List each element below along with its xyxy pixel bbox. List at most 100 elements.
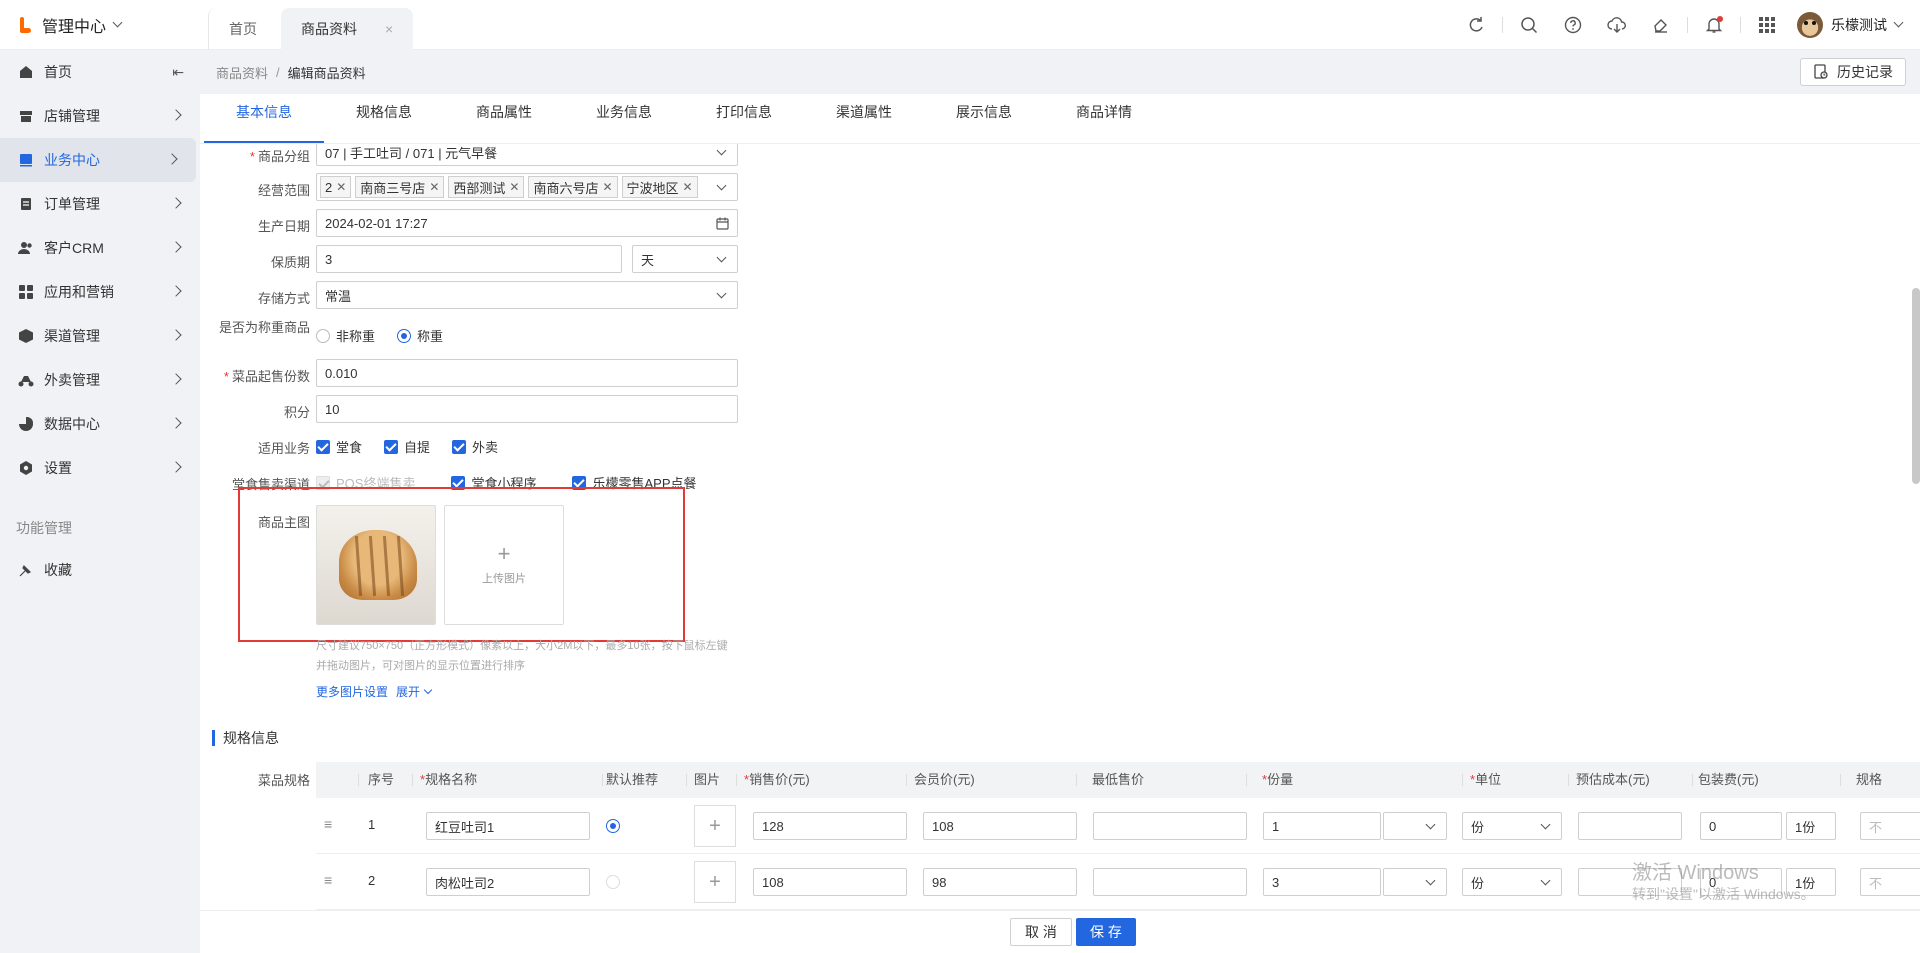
spec-name-input[interactable]: 红豆吐司1 xyxy=(426,812,590,840)
spec-name-input[interactable]: 肉松吐司2 xyxy=(426,868,590,896)
users-icon xyxy=(18,240,34,256)
collapse-sidebar-icon[interactable]: ⇤ xyxy=(172,64,184,81)
checkbox-dine-in[interactable]: 堂食 xyxy=(316,437,362,456)
radio-weigh[interactable]: 称重 xyxy=(397,326,443,345)
min-price-input[interactable] xyxy=(1093,812,1247,840)
sidebar-item-crm[interactable]: 客户CRM xyxy=(0,226,200,270)
cancel-button[interactable]: 取 消 xyxy=(1010,918,1072,946)
chevron-down-icon[interactable] xyxy=(1893,17,1904,28)
business-label: 适用业务 xyxy=(257,441,310,456)
expand-link[interactable]: 展开 xyxy=(396,683,433,700)
refresh-icon[interactable] xyxy=(1466,15,1486,35)
col-header: *规格名称 xyxy=(420,762,478,798)
close-icon[interactable]: × xyxy=(385,21,393,37)
user-name[interactable]: 乐檬测试 xyxy=(1831,15,1887,35)
sale-price-input[interactable]: 108 xyxy=(753,868,907,896)
default-radio[interactable] xyxy=(606,819,620,833)
col-header: *单位 xyxy=(1470,762,1502,798)
chevron-down-icon xyxy=(1540,875,1551,886)
member-price-input[interactable]: 98 xyxy=(923,868,1077,896)
history-button[interactable]: 历史记录 xyxy=(1800,58,1906,86)
add-spec-image-button[interactable]: + xyxy=(694,861,736,903)
sidebar-item-apps[interactable]: 应用和营销 xyxy=(0,270,200,314)
col-header: 图片 xyxy=(694,762,721,798)
sidebar-item-home[interactable]: 首页 ⇤ xyxy=(0,50,200,94)
min-qty-input[interactable]: 0.010 xyxy=(316,359,738,387)
tab-channel-attrs[interactable]: 渠道属性 xyxy=(804,95,924,143)
tab-product-info[interactable]: 商品资料 × xyxy=(281,7,414,50)
spec-label: 菜品规格 xyxy=(257,773,310,788)
gear-icon xyxy=(18,460,34,476)
search-icon[interactable] xyxy=(1519,15,1539,35)
remove-tag-icon[interactable]: ✕ xyxy=(602,180,612,194)
tab-display-info[interactable]: 展示信息 xyxy=(924,95,1044,143)
spec-extra-input[interactable]: 不 xyxy=(1860,868,1920,896)
sidebar-item-settings[interactable]: 设置 xyxy=(0,446,200,490)
packing-unit-input[interactable]: 1份 xyxy=(1786,812,1836,840)
sidebar: 首页 ⇤ 店铺管理 业务中心 订单管理 客户CRM 应用和营销 渠道管理 外卖管… xyxy=(0,50,200,953)
prod-date-picker[interactable]: 2024-02-01 17:27 xyxy=(316,209,738,237)
scope-select[interactable]: 2 ✕ 南商三号店 ✕ 西部测试 ✕ 南商六号店 ✕ 宁波地区 ✕ xyxy=(316,173,738,201)
checkbox-pickup[interactable]: 自提 xyxy=(384,437,430,456)
vertical-scrollbar[interactable] xyxy=(1912,288,1920,484)
remove-tag-icon[interactable]: ✕ xyxy=(683,180,693,194)
breadcrumb-parent[interactable]: 商品资料 xyxy=(216,63,268,82)
tab-print-info[interactable]: 打印信息 xyxy=(684,95,804,143)
est-cost-input[interactable] xyxy=(1578,812,1682,840)
storage-select[interactable]: 常温 xyxy=(316,281,738,309)
storage-value: 常温 xyxy=(325,288,352,304)
tab-product-attrs[interactable]: 商品属性 xyxy=(444,95,564,143)
help-icon[interactable] xyxy=(1563,15,1583,35)
grid-apps-icon[interactable] xyxy=(1757,15,1777,35)
sidebar-item-orders[interactable]: 订单管理 xyxy=(0,182,200,226)
remove-tag-icon[interactable]: ✕ xyxy=(336,180,346,194)
sale-price-input[interactable]: 128 xyxy=(753,812,907,840)
chevron-right-icon xyxy=(170,109,182,121)
col-header: 规格 xyxy=(1856,762,1883,798)
tab-product-details[interactable]: 商品详情 xyxy=(1044,95,1164,143)
sidebar-item-delivery[interactable]: 外卖管理 xyxy=(0,358,200,402)
quantity-input[interactable]: 3 xyxy=(1263,868,1381,896)
col-header-text: 规格名称 xyxy=(425,772,478,787)
clear-icon[interactable] xyxy=(1651,15,1671,35)
points-input[interactable]: 10 xyxy=(316,395,738,423)
quantity-unit-select[interactable] xyxy=(1383,868,1447,896)
sidebar-item-favorites[interactable]: 收藏 xyxy=(0,548,200,592)
sidebar-item-label: 应用和营销 xyxy=(44,284,114,300)
tab-basic-info[interactable]: 基本信息 xyxy=(204,95,324,143)
shelf-life-input[interactable]: 3 xyxy=(316,245,622,273)
more-image-settings-link[interactable]: 更多图片设置 xyxy=(316,683,388,700)
tab-home[interactable]: 首页 xyxy=(208,7,277,50)
min-qty-label: 菜品起售份数 xyxy=(200,366,310,385)
drag-handle-icon[interactable]: ≡ xyxy=(324,872,336,888)
drag-handle-icon[interactable]: ≡ xyxy=(324,816,336,832)
tab-business-info[interactable]: 业务信息 xyxy=(564,95,684,143)
sidebar-item-channels[interactable]: 渠道管理 xyxy=(0,314,200,358)
member-price-input[interactable]: 108 xyxy=(923,812,1077,840)
quantity-unit-select[interactable] xyxy=(1383,812,1447,840)
chevron-down-icon xyxy=(716,180,727,191)
save-button[interactable]: 保 存 xyxy=(1076,918,1136,946)
min-price-input[interactable] xyxy=(1093,868,1247,896)
sidebar-item-data[interactable]: 数据中心 xyxy=(0,402,200,446)
sidebar-item-business[interactable]: 业务中心 xyxy=(0,138,196,182)
default-radio[interactable] xyxy=(606,875,620,889)
bell-icon[interactable] xyxy=(1704,15,1724,35)
cloud-download-icon[interactable] xyxy=(1607,15,1627,35)
radio-non-weigh[interactable]: 非称重 xyxy=(316,326,375,345)
avatar[interactable] xyxy=(1797,11,1823,38)
sidebar-item-store[interactable]: 店铺管理 xyxy=(0,94,200,138)
packing-fee-input[interactable]: 0 xyxy=(1700,812,1782,840)
unit-select[interactable]: 份 xyxy=(1462,812,1562,840)
spec-extra-input[interactable]: 不 xyxy=(1860,812,1920,840)
tab-spec-info[interactable]: 规格信息 xyxy=(324,95,444,143)
app-switcher[interactable]: 管理中心 xyxy=(0,0,200,50)
remove-tag-icon[interactable]: ✕ xyxy=(429,180,439,194)
chevron-right-icon xyxy=(170,329,182,341)
shelf-life-unit-select[interactable]: 天 xyxy=(632,245,738,273)
remove-tag-icon[interactable]: ✕ xyxy=(509,180,519,194)
add-spec-image-button[interactable]: + xyxy=(694,805,736,847)
checkbox-delivery[interactable]: 外卖 xyxy=(452,437,498,456)
quantity-input[interactable]: 1 xyxy=(1263,812,1381,840)
unit-select[interactable]: 份 xyxy=(1462,868,1562,896)
